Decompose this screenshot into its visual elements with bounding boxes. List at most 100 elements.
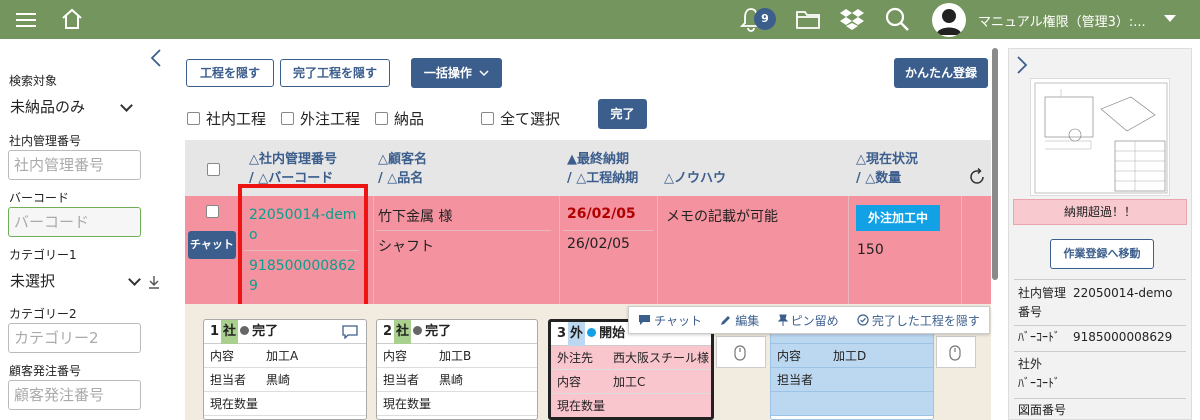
collapse-left-icon[interactable] bbox=[150, 48, 162, 73]
card-row-key: 内容 bbox=[777, 349, 802, 363]
category1-select[interactable]: 未選択 bbox=[8, 266, 141, 296]
menu-icon[interactable] bbox=[16, 9, 36, 29]
process-card-2[interactable]: 2 社完了 内容 加工B 担当者 黒崎 現在数量 bbox=[376, 319, 538, 420]
customer-order-input[interactable]: 顧客発注番号 bbox=[8, 380, 141, 410]
card-row: 担当者 bbox=[771, 368, 933, 392]
drag-handle[interactable] bbox=[716, 336, 766, 368]
hide-done-process-button[interactable]: 完了工程を隠す bbox=[280, 59, 390, 87]
drag-handle[interactable] bbox=[936, 336, 976, 368]
card-row-key: 現在数量 bbox=[383, 397, 432, 411]
category2-input[interactable]: カテゴリー2 bbox=[8, 323, 141, 353]
action-pin-label: ピン留め bbox=[790, 313, 839, 328]
check-circle-icon bbox=[857, 314, 869, 326]
user-avatar[interactable] bbox=[932, 3, 966, 37]
col-status-header[interactable]: △現在状況 / △数量 bbox=[856, 150, 918, 188]
checkbox[interactable] bbox=[187, 111, 200, 125]
user-name[interactable]: マニュアル権限（管理3）:... bbox=[978, 11, 1146, 30]
col-quantity-label[interactable]: / △数量 bbox=[856, 169, 918, 188]
refresh-icon[interactable] bbox=[968, 167, 986, 191]
action-pin[interactable]: ピン留め bbox=[777, 312, 839, 329]
cb-external-label: 外注工程 bbox=[300, 109, 361, 128]
mouse-icon bbox=[949, 345, 961, 361]
status-dot bbox=[587, 328, 597, 337]
col-customer-header[interactable]: △顧客名 / △品名 bbox=[378, 150, 427, 188]
status-dot bbox=[413, 326, 423, 335]
checkbox[interactable] bbox=[481, 111, 494, 125]
action-edit[interactable]: 編集 bbox=[720, 312, 759, 329]
customer-order-label: 顧客発注番号 bbox=[9, 364, 82, 378]
quantity-value: 150 bbox=[857, 242, 884, 258]
mgmt-no-label-line1: 社内管理 bbox=[1018, 286, 1067, 300]
chevron-down-icon bbox=[479, 70, 489, 77]
search-target-select[interactable]: 未納品のみ bbox=[8, 92, 133, 122]
category1-value: 未選択 bbox=[10, 272, 56, 290]
card-row bbox=[771, 392, 933, 416]
cb-internal[interactable]: 社内工程 bbox=[187, 109, 267, 128]
cell-divider bbox=[961, 196, 962, 304]
user-menu-caret-icon[interactable] bbox=[1164, 15, 1176, 22]
cb-select-all[interactable]: 全て選択 bbox=[481, 109, 560, 128]
checkbox[interactable] bbox=[375, 111, 388, 125]
category2-label: カテゴリー2 bbox=[9, 307, 77, 321]
barcode-input[interactable]: バーコード bbox=[8, 207, 141, 237]
cb-internal-label: 社内工程 bbox=[206, 109, 267, 128]
home-icon[interactable] bbox=[60, 7, 84, 31]
pencil-icon bbox=[721, 316, 731, 325]
cb-external[interactable]: 外注工程 bbox=[281, 109, 361, 128]
process-card-4[interactable]: 内容 加工D 担当者 bbox=[770, 319, 934, 420]
hide-process-button[interactable]: 工程を隠す bbox=[186, 59, 274, 87]
col-process-due-label[interactable]: / △工程納期 bbox=[567, 169, 638, 188]
col-final-due-label[interactable]: ▲最終納期 bbox=[567, 150, 638, 169]
col-mgmt-no-header[interactable]: △社内管理番号 / △バーコード bbox=[249, 150, 337, 188]
card-row-key: 外注先 bbox=[557, 351, 594, 365]
col-due-header[interactable]: ▲最終納期 / △工程納期 bbox=[567, 150, 638, 188]
category1-label: カテゴリー1 bbox=[9, 248, 77, 262]
cb-delivery[interactable]: 納品 bbox=[375, 109, 425, 128]
internal-no-input[interactable]: 社内管理番号 bbox=[8, 150, 141, 180]
card-row-key: 現在数量 bbox=[210, 397, 259, 411]
chat-icon bbox=[639, 315, 651, 325]
internal-no-label: 社内管理番号 bbox=[9, 134, 82, 148]
card-row-key: 内容 bbox=[383, 349, 408, 363]
checkbox[interactable] bbox=[281, 111, 294, 125]
main-scrollbar[interactable] bbox=[992, 48, 998, 280]
complete-button[interactable]: 完了 bbox=[598, 99, 647, 129]
card-row-key: 担当者 bbox=[777, 373, 814, 387]
col-product-label[interactable]: / △品名 bbox=[378, 169, 427, 188]
drawing-no-label: 図面番号 bbox=[1018, 403, 1067, 417]
bulk-action-button[interactable]: 一括操作 bbox=[411, 58, 502, 88]
goto-work-button[interactable]: 作業登録へ移動 bbox=[1050, 239, 1154, 269]
action-chat[interactable]: チャット bbox=[638, 312, 702, 329]
col-status-label[interactable]: △現在状況 bbox=[856, 150, 918, 169]
dropbox-icon[interactable] bbox=[840, 8, 864, 30]
cell-divider bbox=[559, 196, 560, 304]
card-title: 1 社完了 bbox=[204, 320, 366, 344]
action-hide-done[interactable]: 完了した工程を隠す bbox=[857, 312, 980, 329]
card-state: 開始 bbox=[599, 326, 626, 341]
pin-icon bbox=[777, 314, 788, 326]
sort-down-icon[interactable] bbox=[148, 275, 160, 293]
col-knowhow-header[interactable]: △ノウハウ bbox=[664, 169, 726, 188]
card-row-value: 加工D bbox=[833, 349, 867, 363]
chat-icon[interactable] bbox=[342, 325, 358, 339]
bulk-action-label: 一括操作 bbox=[423, 66, 472, 80]
search-icon[interactable] bbox=[884, 6, 910, 32]
action-chat-label: チャット bbox=[654, 313, 703, 328]
expand-right-icon[interactable] bbox=[1016, 55, 1028, 79]
header-checkbox[interactable] bbox=[207, 163, 220, 176]
folder-icon[interactable] bbox=[795, 8, 821, 30]
cell-divider bbox=[848, 196, 849, 304]
cb-delivery-label: 納品 bbox=[394, 109, 425, 128]
card-row: 担当者 黒崎 bbox=[377, 368, 537, 392]
card-row-key: 内容 bbox=[557, 375, 582, 389]
col-mgmt-no-label[interactable]: △社内管理番号 bbox=[249, 150, 337, 169]
internal-badge: 社 bbox=[394, 320, 412, 344]
drawing-thumbnail[interactable] bbox=[1030, 78, 1170, 196]
easy-register-button[interactable]: かんたん登録 bbox=[894, 58, 988, 88]
row-checkbox[interactable] bbox=[206, 205, 219, 218]
card-row-key: 内容 bbox=[210, 349, 235, 363]
col-customer-label[interactable]: △顧客名 bbox=[378, 150, 427, 169]
process-card-1[interactable]: 1 社完了 内容 加工A 担当者 黒崎 現在数量 bbox=[203, 319, 367, 420]
process-card-3[interactable]: 3 外開始 外注先 西大阪スチール様 内容 加工C 現在数量 bbox=[548, 319, 714, 420]
row-chat-button[interactable]: チャット bbox=[188, 231, 236, 259]
